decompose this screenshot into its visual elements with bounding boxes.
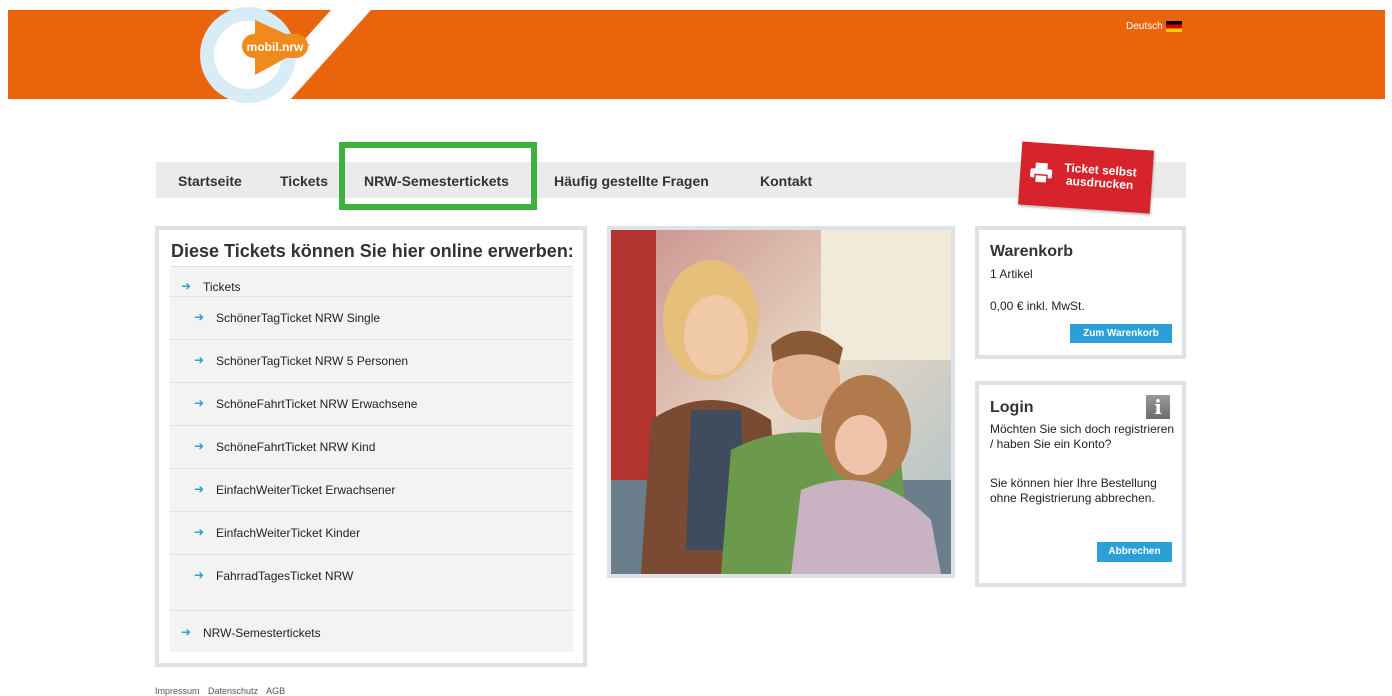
nav-highlight-frame (339, 142, 537, 210)
arrow-right-icon: ➜ (194, 396, 205, 410)
list-item-label: NRW-Semestertickets (203, 626, 321, 640)
login-text-register: Möchten Sie sich doch registrieren / hab… (990, 422, 1175, 451)
arrow-right-icon: ➜ (181, 279, 192, 293)
list-item[interactable]: ➜ EinfachWeiterTicket Kinder (170, 511, 573, 555)
print-ticket-label: Ticket selbst ausdrucken (1059, 160, 1141, 193)
arrow-right-icon: ➜ (194, 568, 205, 582)
list-item[interactable]: ➜ SchönerTagTicket NRW Single (170, 296, 573, 340)
arrow-right-icon: ➜ (194, 439, 205, 453)
list-item-label: SchöneFahrtTicket NRW Erwachsene (216, 397, 418, 411)
nav-faq[interactable]: Häufig gestellte Fragen (554, 173, 709, 189)
cart-count: 1 Artikel (990, 267, 1033, 281)
language-label[interactable]: Deutsch (1126, 21, 1163, 32)
arrow-right-icon: ➜ (194, 525, 205, 539)
cart-panel: Warenkorb 1 Artikel 0,00 € inkl. MwSt. Z… (975, 226, 1186, 359)
arrow-right-icon: ➜ (194, 310, 205, 324)
printer-icon (1030, 162, 1053, 184)
login-title: Login (990, 399, 1034, 416)
list-item[interactable]: ➜ SchöneFahrtTicket NRW Erwachsene (170, 382, 573, 426)
nav-tickets[interactable]: Tickets (280, 173, 328, 189)
nav-startseite[interactable]: Startseite (178, 173, 242, 189)
list-item-label: EinfachWeiterTicket Kinder (216, 526, 361, 540)
hero-photo (607, 226, 955, 578)
list-item[interactable]: ➜ SchönerTagTicket NRW 5 Personen (170, 339, 573, 383)
print-line-2: ausdrucken (1065, 173, 1134, 193)
german-flag-icon[interactable] (1165, 21, 1182, 32)
list-item-tickets[interactable]: ➜ Tickets (170, 266, 573, 297)
cart-total: 0,00 € inkl. MwSt. (990, 299, 1085, 313)
cancel-button[interactable]: Abbrechen (1097, 542, 1172, 562)
list-item-label: SchönerTagTicket NRW Single (216, 311, 381, 325)
ticket-list: ➜ Tickets ➜ SchönerTagTicket NRW Single … (170, 266, 573, 652)
list-item-label: SchöneFahrtTicket NRW Kind (216, 440, 376, 454)
login-panel: Login i Möchten Sie sich doch registrier… (975, 381, 1186, 587)
list-item-label: EinfachWeiterTicket Erwachsener (216, 483, 396, 497)
nav-kontakt[interactable]: Kontakt (760, 173, 812, 189)
view-cart-button[interactable]: Zum Warenkorb (1070, 324, 1172, 343)
language-selector[interactable]: Deutsch (1126, 21, 1182, 32)
logo-text: mobil.nrw (247, 40, 304, 54)
tickets-title: Diese Tickets können Sie hier online erw… (171, 241, 574, 261)
login-text-cancel: Sie können hier Ihre Bestellung ohne Reg… (990, 476, 1157, 505)
family-photo-image (611, 230, 951, 574)
list-item[interactable]: ➜ EinfachWeiterTicket Erwachsener (170, 468, 573, 512)
info-icon: i (1146, 395, 1170, 419)
cart-title: Warenkorb (990, 243, 1073, 260)
tickets-panel: Diese Tickets können Sie hier online erw… (155, 226, 587, 667)
list-item[interactable]: ➜ SchöneFahrtTicket NRW Kind (170, 425, 573, 469)
arrow-right-icon: ➜ (194, 353, 205, 367)
list-item[interactable]: ➜ FahrradTagesTicket NRW (170, 554, 573, 611)
list-item-nrw-semestertickets[interactable]: ➜ NRW-Semestertickets (170, 610, 573, 653)
list-item-label: SchönerTagTicket NRW 5 Personen (216, 354, 409, 368)
print-ticket-button[interactable]: Ticket selbst ausdrucken (1017, 141, 1155, 214)
list-item-label: Tickets (203, 280, 241, 294)
arrow-right-icon: ➜ (181, 625, 192, 639)
mobil-nrw-logo[interactable]: mobil.nrw (190, 0, 410, 105)
arrow-right-icon: ➜ (194, 482, 205, 496)
list-item-label: FahrradTagesTicket NRW (216, 569, 354, 583)
